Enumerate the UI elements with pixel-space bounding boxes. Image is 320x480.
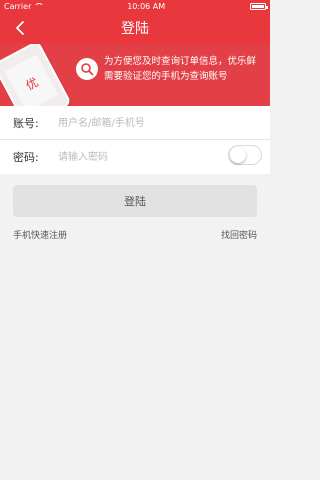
status-left: Carrier [4, 1, 45, 11]
search-icon [76, 58, 98, 80]
forgot-password-link[interactable]: 找回密码 [221, 228, 257, 241]
password-input[interactable] [58, 146, 218, 168]
login-button[interactable]: 登陆 [13, 185, 257, 217]
chevron-left-icon [16, 21, 24, 35]
show-password-toggle[interactable] [228, 145, 262, 165]
info-banner: 优 为方便您及时查询订单信息，优乐鲜需要验证您的手机为查询账号 [0, 44, 270, 106]
back-button[interactable] [10, 18, 30, 38]
login-form: 账号: 密码: [0, 106, 270, 174]
carrier-label: Carrier [4, 1, 32, 11]
toggle-knob [230, 147, 246, 163]
register-link[interactable]: 手机快速注册 [13, 228, 67, 241]
account-label: 账号: [13, 116, 39, 130]
page-title: 登陆 [121, 21, 149, 37]
status-bar: Carrier 10:06 AM [0, 0, 270, 12]
account-input[interactable] [58, 112, 218, 134]
wifi-icon [34, 3, 45, 9]
phone-screen: 优 [4, 54, 59, 106]
clock: 10:06 AM [127, 1, 166, 11]
navigation-bar: 登陆 [0, 12, 270, 44]
phone-illustration: 优 [0, 44, 72, 106]
battery-icon [250, 2, 268, 10]
banner-text: 为方便您及时查询订单信息，优乐鲜需要验证您的手机为查询账号 [104, 56, 257, 82]
password-row: 密码: [0, 140, 270, 174]
phone-glyph: 优 [23, 74, 41, 93]
account-row: 账号: [0, 106, 270, 140]
password-label: 密码: [13, 151, 39, 164]
